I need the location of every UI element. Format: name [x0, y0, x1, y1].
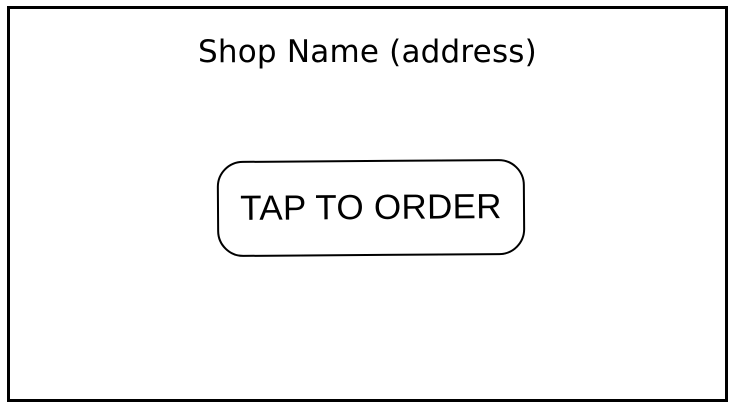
shop-name-title: Shop Name (address) [198, 34, 537, 70]
screen-frame: Shop Name (address) TAP TO ORDER [7, 6, 728, 402]
tap-to-order-button[interactable]: TAP TO ORDER [216, 158, 526, 258]
tap-to-order-label: TAP TO ORDER [240, 187, 502, 228]
